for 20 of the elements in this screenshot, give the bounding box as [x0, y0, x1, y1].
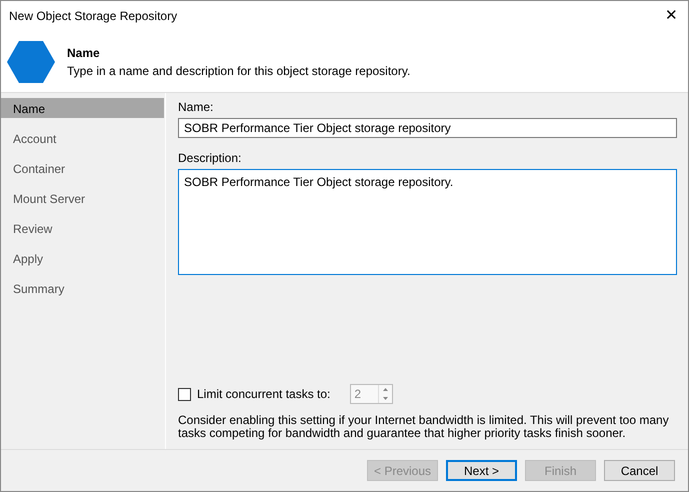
- step-item[interactable]: Mount Server: [1, 188, 164, 208]
- name-label: Name:: [178, 99, 214, 116]
- step-item[interactable]: Summary: [1, 278, 164, 298]
- step-item[interactable]: Name: [1, 98, 164, 118]
- page-subtitle: Type in a name and description for this object storage repository.: [67, 62, 410, 80]
- hint-text: Consider enabling this setting if your Internet bandwidth is limited. This will prevent too many tasks competing for bandwidth and guarantee that higher priority tasks finish sooner.: [178, 414, 670, 442]
- step-item[interactable]: Apply: [1, 248, 164, 268]
- description-field[interactable]: SOBR Performance Tier Object storage repository.: [178, 169, 677, 275]
- limit-label: Limit concurrent tasks to:: [197, 386, 330, 403]
- wizard-button[interactable]: Cancel: [604, 460, 675, 481]
- step-item[interactable]: Review: [1, 218, 164, 238]
- window-title: New Object Storage Repository: [9, 8, 178, 25]
- page-title: Name: [67, 44, 101, 62]
- description-label: Description:: [178, 150, 242, 167]
- hexagon-icon: [7, 40, 55, 82]
- step-item[interactable]: Account: [1, 128, 164, 148]
- close-button[interactable]: ✕: [655, 1, 688, 31]
- name-field[interactable]: SOBR Performance Tier Object storage repository: [178, 118, 677, 138]
- wizard-button[interactable]: Next >: [446, 460, 517, 481]
- step-item[interactable]: Container: [1, 158, 164, 178]
